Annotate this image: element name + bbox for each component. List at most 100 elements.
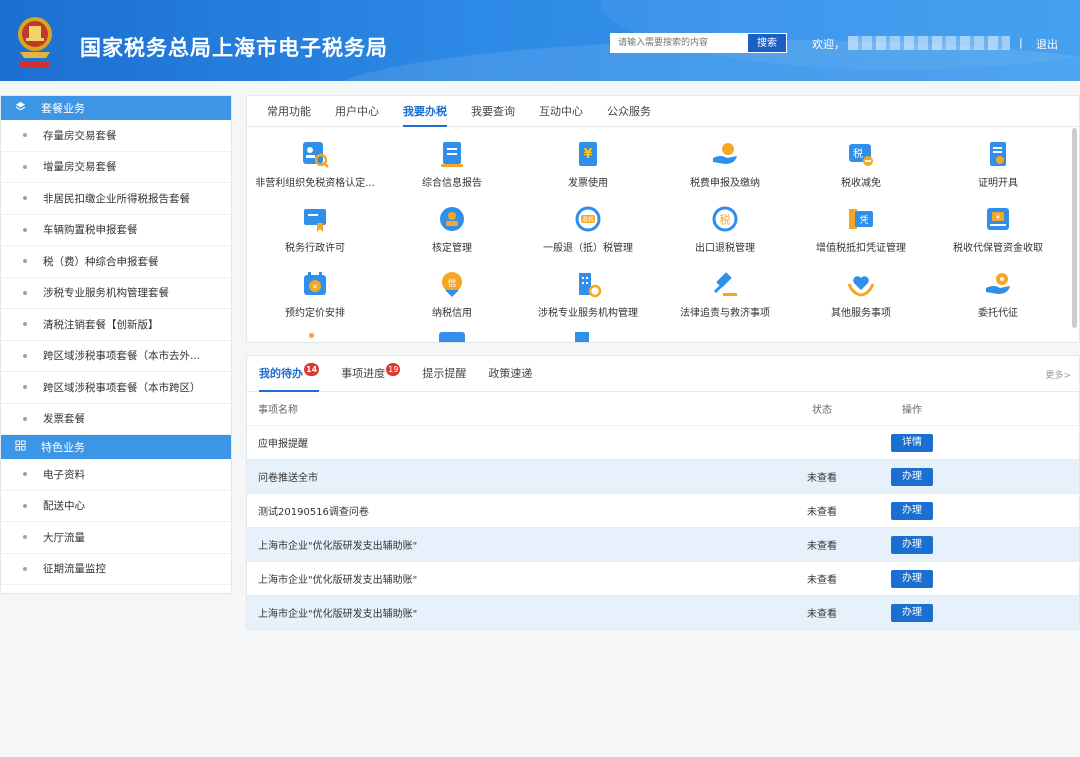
service-item[interactable]: 税务行政许可: [247, 205, 383, 254]
service-label: 一般退（抵）税管理: [543, 243, 633, 254]
tab-query[interactable]: 我要查询: [459, 96, 527, 126]
handle-button[interactable]: 办理: [891, 467, 933, 486]
service-item[interactable]: 凭 增值税抵扣凭证管理: [793, 205, 929, 254]
search-button[interactable]: 搜索: [747, 33, 787, 53]
table-row: 测试20190516调查问卷 未查看 办理: [247, 494, 1079, 528]
sidebar-item[interactable]: 发票套餐: [1, 404, 231, 435]
table-row: 上海市企业"优化版研发支出辅助账" 未查看 办理: [247, 562, 1079, 596]
sidebar-item-label: 大厅流量: [43, 531, 85, 544]
service-label: 预约定价安排: [285, 308, 345, 319]
service-item[interactable]: 税费申报及缴纳: [657, 140, 793, 189]
bullet-icon: [23, 196, 27, 201]
search-input[interactable]: [610, 33, 747, 53]
service-item[interactable]: ¥ 预约定价安排: [247, 270, 383, 319]
column-header-op: 操作: [902, 405, 922, 416]
tab-user-center[interactable]: 用户中心: [323, 96, 391, 126]
sidebar-item[interactable]: 涉税专业服务机构管理套餐: [1, 278, 231, 309]
credit-icon: 信: [442, 272, 462, 297]
sidebar-section-title: 套餐业务: [41, 102, 85, 115]
tab-interaction[interactable]: 互动中心: [527, 96, 595, 126]
task-status: 未查看: [807, 507, 837, 518]
column-header-name: 事项名称: [258, 405, 298, 416]
voucher-icon: 凭: [849, 209, 873, 229]
details-button[interactable]: 详情: [891, 433, 933, 452]
sidebar-section-package[interactable]: 套餐业务: [1, 96, 231, 120]
partial-icon: [309, 333, 314, 338]
sidebar-item[interactable]: 大厅流量: [1, 522, 231, 554]
sidebar-item-label: 配送中心: [43, 500, 85, 513]
service-item[interactable]: 退税 一般退（抵）税管理: [520, 205, 656, 254]
service-item[interactable]: 非营利组织免税资格认定...: [247, 140, 383, 189]
license-icon: [304, 209, 326, 232]
partial-icon: [575, 332, 589, 342]
tasks-panel: 我的待办 14 事项进度 19 提示提醒 政策速递 更多> 事项名称 状态 操作 应…: [246, 355, 1080, 630]
sidebar-section-featured[interactable]: 特色业务: [1, 435, 231, 459]
bullet-icon: [23, 259, 27, 264]
service-item[interactable]: 法律追责与救济事项: [657, 270, 793, 319]
sidebar-item[interactable]: 清税注销套餐【创新版】: [1, 309, 231, 341]
service-item[interactable]: 税 税收减免: [793, 140, 929, 189]
task-status: 未查看: [807, 575, 837, 586]
more-link[interactable]: 更多>: [1045, 368, 1071, 381]
tab-common-functions[interactable]: 常用功能: [255, 96, 323, 126]
sidebar-item[interactable]: 电子资料: [1, 459, 231, 491]
service-item[interactable]: 综合信息报告: [384, 140, 520, 189]
service-item[interactable]: ¥ 发票使用: [520, 140, 656, 189]
service-item[interactable]: 税 出口退税管理: [657, 205, 793, 254]
table-header: 事项名称 状态 操作: [247, 392, 1079, 426]
service-item[interactable]: 其他服务事项: [793, 270, 929, 319]
tab-my-todo[interactable]: 我的待办 14: [259, 356, 320, 392]
sidebar-item[interactable]: 配送中心: [1, 491, 231, 522]
tab-public-service[interactable]: 公众服务: [595, 96, 663, 126]
handle-button[interactable]: 办理: [891, 603, 933, 622]
sidebar-item[interactable]: 税（费）种综合申报套餐: [1, 246, 231, 278]
redacted-username: [848, 36, 1010, 50]
service-item[interactable]: 委托代征: [930, 270, 1066, 319]
sidebar-item-label: 征期流量监控: [43, 563, 106, 576]
stamp-icon: [440, 207, 464, 231]
bullet-icon: [23, 566, 27, 571]
svg-text:信: 信: [447, 277, 456, 289]
svg-text:税: 税: [720, 213, 731, 227]
service-item[interactable]: 涉税专业服务机构管理: [520, 270, 656, 319]
bullet-icon: [23, 290, 27, 295]
sidebar-item-label: 涉税专业服务机构管理套餐: [43, 287, 169, 300]
service-label: 增值税抵扣凭证管理: [816, 243, 906, 254]
tab-progress[interactable]: 事项进度 19: [341, 356, 401, 392]
handle-button[interactable]: 办理: [891, 535, 933, 554]
tab-policy[interactable]: 政策速递: [488, 356, 532, 392]
tab-tax-handling[interactable]: 我要办税: [391, 96, 459, 127]
table-row: 问卷推送全市 未查看 办理: [247, 460, 1079, 494]
service-label: 非营利组织免税资格认定...: [255, 178, 375, 189]
tab-reminders[interactable]: 提示提醒: [422, 356, 466, 392]
table-row: 上海市企业"优化版研发支出辅助账" 未查看 办理: [247, 528, 1079, 562]
task-name: 问卷推送全市: [258, 473, 318, 484]
sidebar: 套餐业务 存量房交易套餐 增量房交易套餐 非居民扣缴企业所得税报告套餐 车辆购置…: [0, 95, 232, 594]
service-item[interactable]: 核定管理: [384, 205, 520, 254]
sidebar-item[interactable]: 车辆购置税申报套餐: [1, 215, 231, 246]
service-item[interactable]: ¥ 税收代保管资金收取: [930, 205, 1066, 254]
service-item[interactable]: 证明开具: [930, 140, 1066, 189]
sidebar-item-label: 发票套餐: [43, 413, 85, 426]
sidebar-item[interactable]: 征期流量监控: [1, 554, 231, 585]
top-header: 国家税务总局上海市电子税务局 搜索 欢迎， | 退出: [0, 0, 1080, 81]
sidebar-item[interactable]: 增量房交易套餐: [1, 152, 231, 183]
svg-text:¥: ¥: [583, 147, 592, 162]
handle-button[interactable]: 办理: [891, 569, 933, 588]
sidebar-item[interactable]: 跨区域涉税事项套餐（本市跨区）: [1, 372, 231, 404]
sidebar-item[interactable]: 存量房交易套餐: [1, 120, 231, 152]
service-label: 发票使用: [568, 178, 608, 189]
sidebar-item[interactable]: 非居民扣缴企业所得税报告套餐: [1, 183, 231, 215]
task-status: 未查看: [807, 541, 837, 552]
service-label: 综合信息报告: [422, 178, 482, 189]
logout-link[interactable]: 退出: [1036, 36, 1058, 52]
certificate-icon: [990, 142, 1006, 166]
service-item[interactable]: 信 纳税信用: [384, 270, 520, 319]
service-label: 出口退税管理: [695, 243, 755, 254]
vertical-scrollbar[interactable]: [1072, 128, 1077, 328]
id-search-icon: [303, 142, 329, 168]
task-name: 上海市企业"优化版研发支出辅助账": [258, 609, 418, 620]
handle-button[interactable]: 办理: [891, 501, 933, 520]
sidebar-item[interactable]: 跨区域涉税事项套餐（本市去外...: [1, 341, 231, 372]
heart-hand-icon: [847, 276, 875, 297]
